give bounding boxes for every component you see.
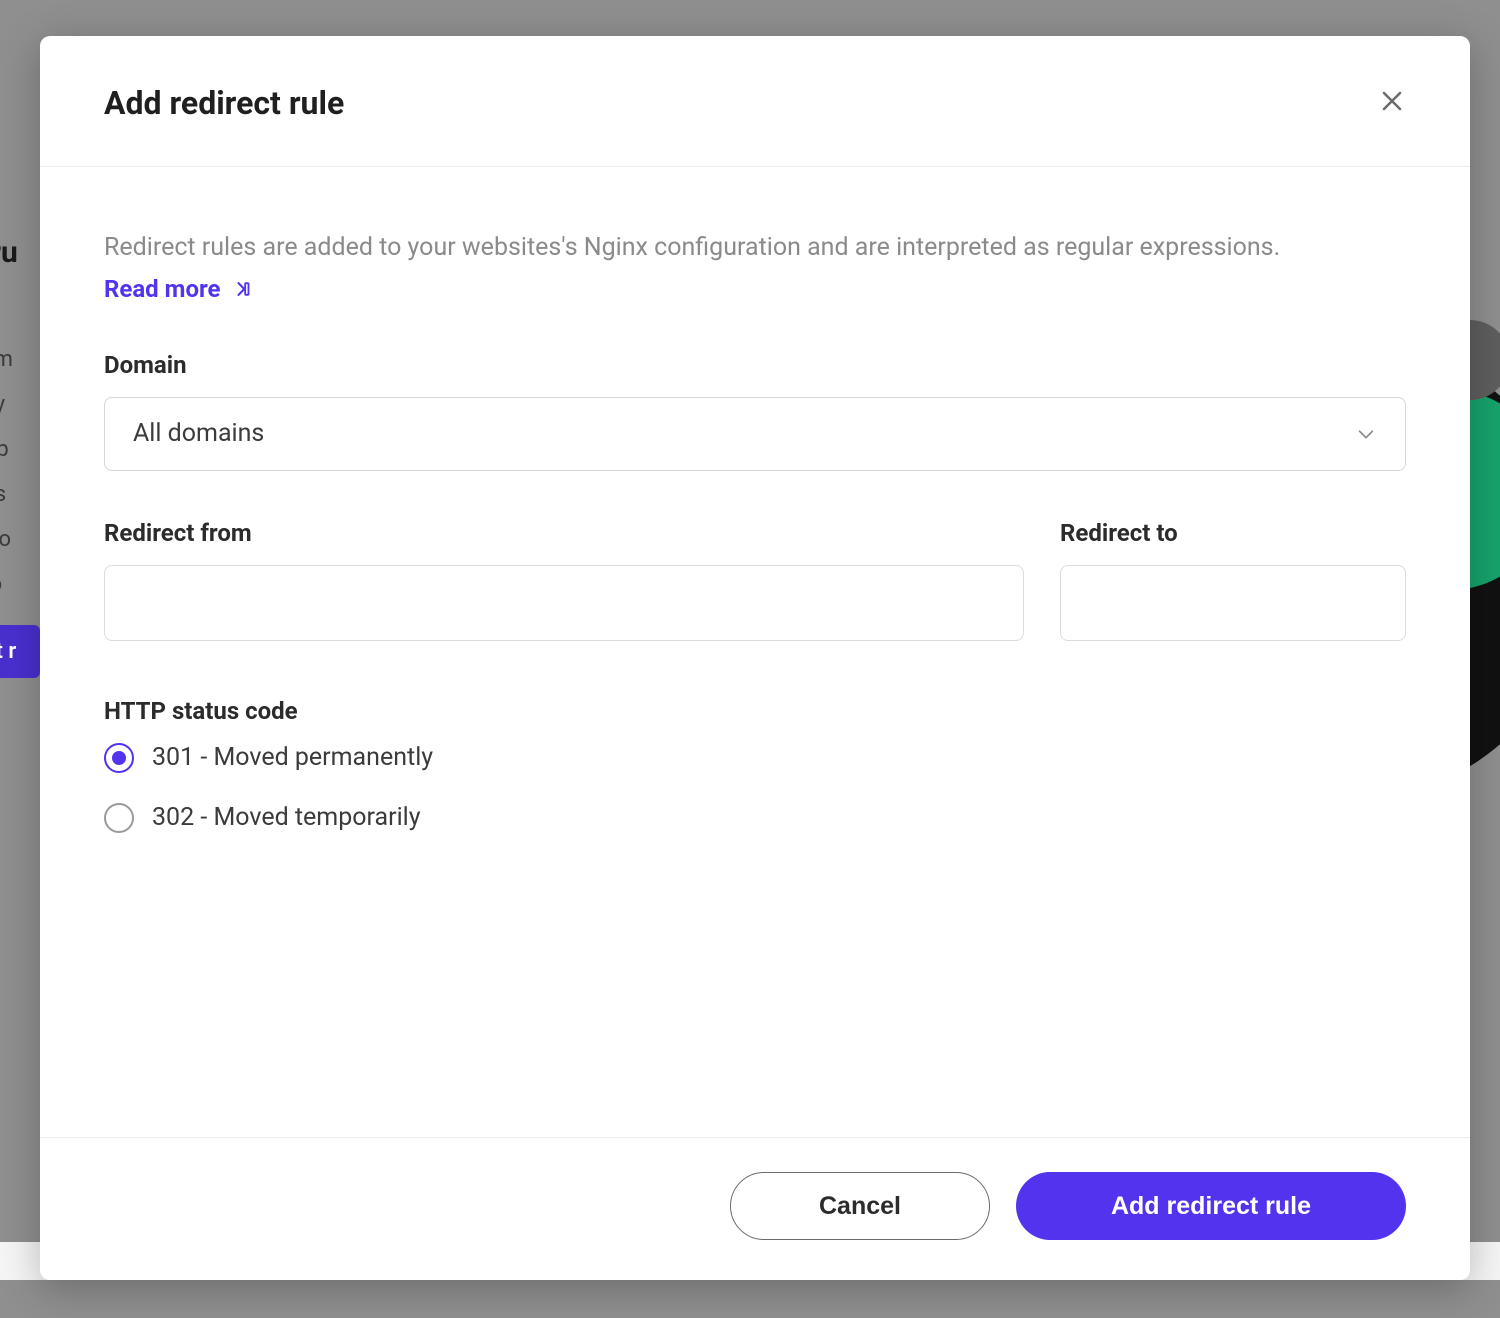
bg-title-fragment: ru bbox=[0, 235, 18, 270]
modal-body: Redirect rules are added to your website… bbox=[40, 167, 1470, 1137]
redirect-row: Redirect from Redirect to bbox=[104, 519, 1406, 641]
close-button[interactable] bbox=[1378, 89, 1406, 117]
modal-description: Redirect rules are added to your website… bbox=[104, 229, 1406, 267]
submit-button[interactable]: Add redirect rule bbox=[1016, 1172, 1406, 1240]
redirect-from-input[interactable] bbox=[104, 565, 1024, 641]
domain-select[interactable]: All domains bbox=[104, 397, 1406, 471]
bg-button-fragment: ct r bbox=[0, 625, 40, 678]
add-redirect-rule-modal: Add redirect rule Redirect rules are add… bbox=[40, 36, 1470, 1280]
domain-label: Domain bbox=[104, 351, 1406, 379]
modal-title: Add redirect rule bbox=[104, 84, 344, 122]
bg-text-line: terp bbox=[0, 430, 9, 470]
bg-text-line: arly bbox=[0, 385, 5, 425]
radio-label: 302 - Moved temporarily bbox=[152, 803, 421, 832]
bg-text-line: ons bbox=[0, 475, 6, 515]
close-icon bbox=[1380, 89, 1404, 117]
modal-header: Add redirect rule bbox=[40, 36, 1470, 167]
status-code-label: HTTP status code bbox=[104, 697, 1406, 725]
redirect-to-label: Redirect to bbox=[1060, 519, 1406, 547]
radio-icon bbox=[104, 803, 134, 833]
chevron-down-icon bbox=[1355, 423, 1377, 445]
bg-text-line: pro bbox=[0, 565, 2, 605]
redirect-to-input[interactable] bbox=[1060, 565, 1406, 641]
cancel-button[interactable]: Cancel bbox=[730, 1172, 990, 1240]
read-more-link[interactable]: Read more bbox=[104, 275, 251, 303]
external-link-icon bbox=[231, 279, 251, 299]
radio-301[interactable]: 301 - Moved permanently bbox=[104, 743, 1406, 773]
domain-selected-value: All domains bbox=[133, 419, 264, 448]
redirect-from-label: Redirect from bbox=[104, 519, 1024, 547]
bg-text-line: se o bbox=[0, 520, 11, 560]
status-code-radio-group: 301 - Moved permanently 302 - Moved temp… bbox=[104, 743, 1406, 833]
modal-footer: Cancel Add redirect rule bbox=[40, 1137, 1470, 1280]
bg-text-line: eam bbox=[0, 340, 13, 380]
radio-302[interactable]: 302 - Moved temporarily bbox=[104, 803, 1406, 833]
radio-icon bbox=[104, 743, 134, 773]
read-more-label: Read more bbox=[104, 275, 221, 303]
radio-label: 301 - Moved permanently bbox=[152, 743, 433, 772]
